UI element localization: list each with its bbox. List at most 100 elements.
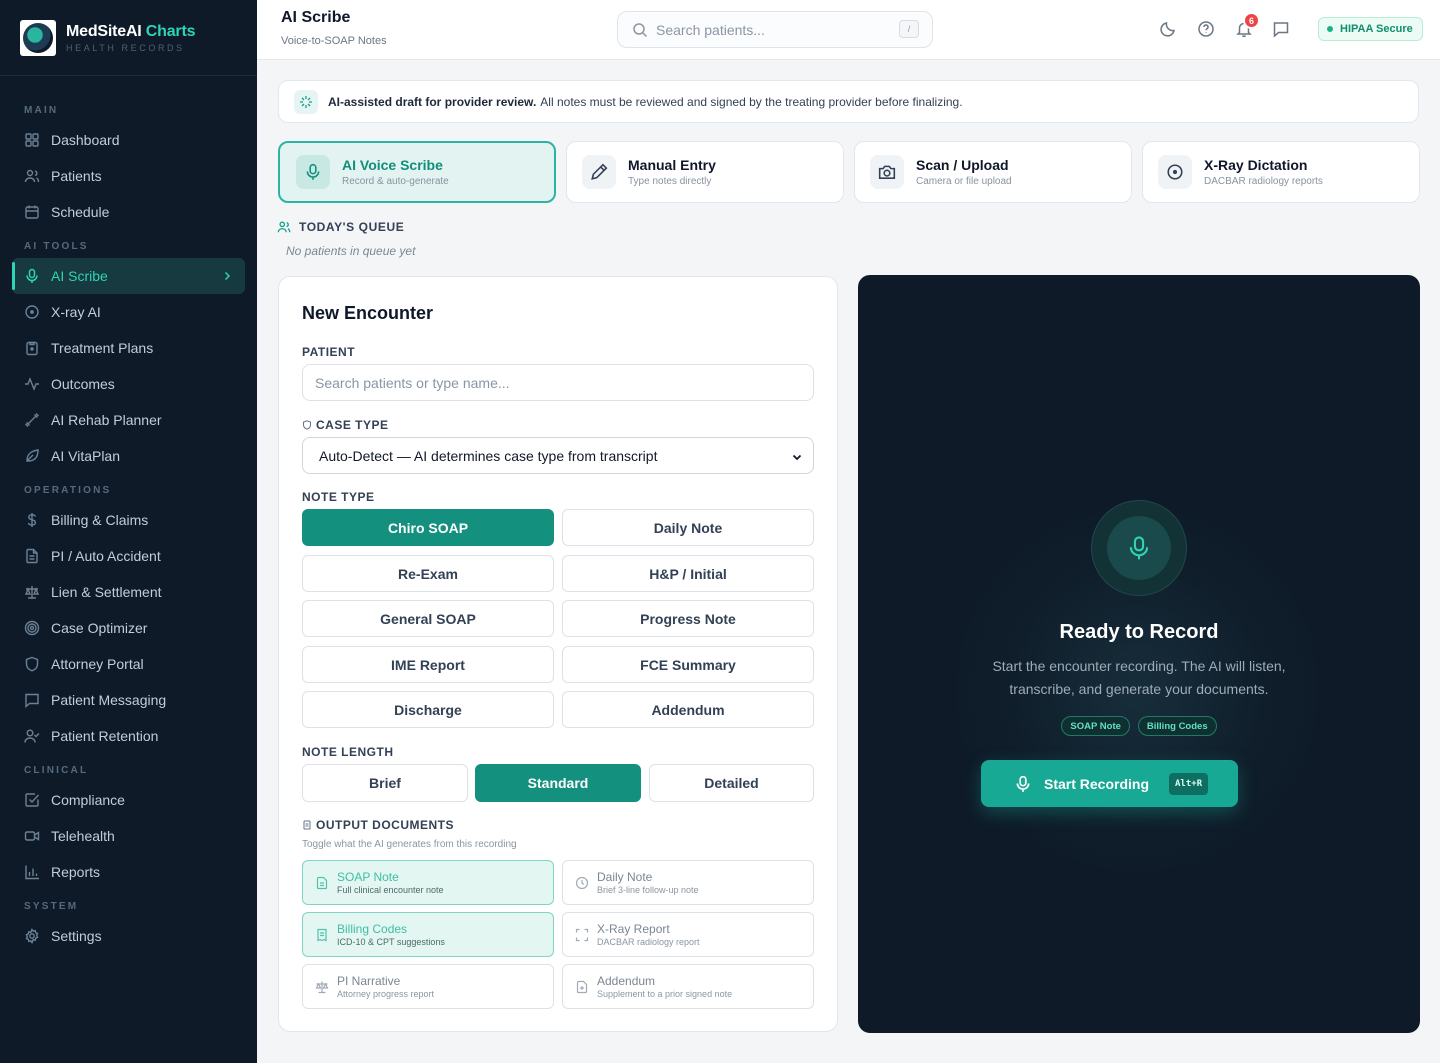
patient-search-input[interactable]: Search patients or type name... [302,364,814,401]
brand-name: MedSiteAI Charts [66,22,196,40]
note-length-standard[interactable]: Standard [475,764,641,802]
sidebar-item-billing-claims[interactable]: Billing & Claims [12,502,245,538]
sidebar-item-label: Patient Retention [51,728,159,744]
output-subtitle: ICD-10 & CPT suggestions [337,937,445,947]
receipt-icon [317,928,327,941]
sidebar-item-lien-settlement[interactable]: Lien & Settlement [12,574,245,610]
note-type-chiro-soap[interactable]: Chiro SOAP [302,509,554,546]
sidebar-item-label: AI Scribe [51,268,108,284]
output-addendum[interactable]: Addendum Supplement to a prior signed not… [562,964,814,1009]
sidebar-item-label: AI Rehab Planner [51,412,162,428]
note-type-general-soap[interactable]: General SOAP [302,600,554,637]
notification-badge: 6 [1243,12,1260,29]
grid-icon [25,133,39,147]
sidebar-item-compliance[interactable]: Compliance [12,782,245,818]
output-documents-label: OUTPUT DOCUMENTS [302,818,454,832]
calendar-icon [25,205,39,219]
output-billing-codes[interactable]: Billing Codes ICD-10 & CPT suggestions [302,912,554,957]
note-type-addendum[interactable]: Addendum [562,691,814,728]
sidebar-item-patients[interactable]: Patients [12,158,245,194]
sidebar-item-xray-ai[interactable]: X-ray AI [12,294,245,330]
note-type-fce-summary[interactable]: FCE Summary [562,646,814,683]
sparkle-icon [294,89,318,114]
nav-section-ai-tools: AI TOOLS [24,241,89,252]
brand-subtitle: HEALTH RECORDS [66,42,185,53]
output-daily-note[interactable]: Daily Note Brief 3-line follow-up note [562,860,814,905]
output-title: SOAP Note [337,870,399,884]
sidebar-item-settings[interactable]: Settings [12,918,245,954]
shield-icon [303,420,311,430]
sidebar-item-reports[interactable]: Reports [12,854,245,890]
note-length-detailed[interactable]: Detailed [649,764,814,802]
sidebar-item-label: Attorney Portal [51,656,144,672]
scan-icon [575,928,589,941]
mode-ai-voice-scribe[interactable]: AI Voice Scribe Record & auto-generate [278,141,556,203]
note-type-ime-report[interactable]: IME Report [302,646,554,683]
output-pi-narrative[interactable]: PI Narrative Attorney progress report [302,964,554,1009]
sidebar-item-label: AI VitaPlan [51,448,121,464]
sidebar-item-dashboard[interactable]: Dashboard [12,122,245,158]
sidebar-item-label: Billing & Claims [51,512,149,528]
output-subtitle: Attorney progress report [337,989,435,999]
chat-icon[interactable] [1272,20,1290,38]
start-recording-button[interactable]: Start Recording Alt+R [981,760,1238,807]
sidebar-item-pi-auto-accident[interactable]: PI / Auto Accident [12,538,245,574]
record-mic-button[interactable] [1091,500,1187,596]
sidebar-item-attorney-portal[interactable]: Attorney Portal [12,646,245,682]
start-recording-shortcut: Alt+R [1169,772,1209,795]
sidebar-item-case-optimizer[interactable]: Case Optimizer [12,610,245,646]
sidebar-item-outcomes[interactable]: Outcomes [12,366,245,402]
mode-xray-dictation[interactable]: X-Ray Dictation DACBAR radiology reports [1142,141,1420,203]
shield-icon [25,656,39,672]
nav-section-operations: OPERATIONS [24,485,112,496]
banner-text: All notes must be reviewed and signed by… [540,94,963,109]
sidebar-item-treatment-plans[interactable]: Treatment Plans [12,330,245,366]
note-type-hp-initial[interactable]: H&P / Initial [562,555,814,592]
queue-heading: TODAY'S QUEUE [277,220,404,234]
sidebar-item-label: Compliance [51,792,125,808]
note-length-brief[interactable]: Brief [302,764,468,802]
sidebar-item-ai-scribe[interactable]: AI Scribe [12,258,245,294]
sidebar-item-schedule[interactable]: Schedule [12,194,245,230]
brand[interactable]: MedSiteAI Charts HEALTH RECORDS [0,0,257,76]
sidebar-item-ai-rehab-planner[interactable]: AI Rehab Planner [12,402,245,438]
start-recording-label: Start Recording [1044,775,1150,792]
help-icon[interactable] [1197,20,1215,38]
mode-scan-upload[interactable]: Scan / Upload Camera or file upload [854,141,1132,203]
output-help-text: Toggle what the AI generates from this r… [302,839,517,850]
file-text-icon [26,548,38,564]
note-type-daily-note[interactable]: Daily Note [562,509,814,546]
mode-manual-entry[interactable]: Manual Entry Type notes directly [566,141,844,203]
nav-section-main: MAIN [24,105,59,116]
output-xray-report[interactable]: X-Ray Report DACBAR radiology report [562,912,814,957]
output-title: X-Ray Report [597,922,670,936]
leaf-icon [26,449,39,462]
nav-section-clinical: CLINICAL [24,765,89,776]
hipaa-status-badge: HIPAA Secure [1318,17,1423,41]
output-title: Addendum [597,974,656,988]
chip-billing-codes: Billing Codes [1137,716,1217,736]
sidebar-item-label: Dashboard [51,132,120,148]
mic-icon [296,155,330,189]
search-placeholder: Search patients... [656,21,765,38]
search-shortcut: / [899,20,919,38]
sidebar-item-patient-messaging[interactable]: Patient Messaging [12,682,245,718]
sidebar-item-label: Lien & Settlement [51,584,162,600]
search-input[interactable]: Search patients... / [617,11,933,48]
note-type-progress-note[interactable]: Progress Note [562,600,814,637]
output-soap-note[interactable]: SOAP Note Full clinical encounter note [302,860,554,905]
note-type-re-exam[interactable]: Re-Exam [302,555,554,592]
moon-icon[interactable] [1159,20,1177,38]
sidebar-item-label: Patient Messaging [51,692,167,708]
scale-icon [24,586,40,599]
sidebar-item-ai-vitaplan[interactable]: AI VitaPlan [12,438,245,474]
sidebar-item-label: Settings [51,928,102,944]
nav-section-system: SYSTEM [24,901,79,912]
note-type-discharge[interactable]: Discharge [302,691,554,728]
sidebar-item-label: Treatment Plans [51,340,154,356]
sidebar-item-patient-retention[interactable]: Patient Retention [12,718,245,754]
sidebar-item-telehealth[interactable]: Telehealth [12,818,245,854]
case-type-select[interactable]: Auto-Detect — AI determines case type fr… [302,437,814,474]
video-icon [24,831,40,841]
sidebar-item-label: Patients [51,168,102,184]
